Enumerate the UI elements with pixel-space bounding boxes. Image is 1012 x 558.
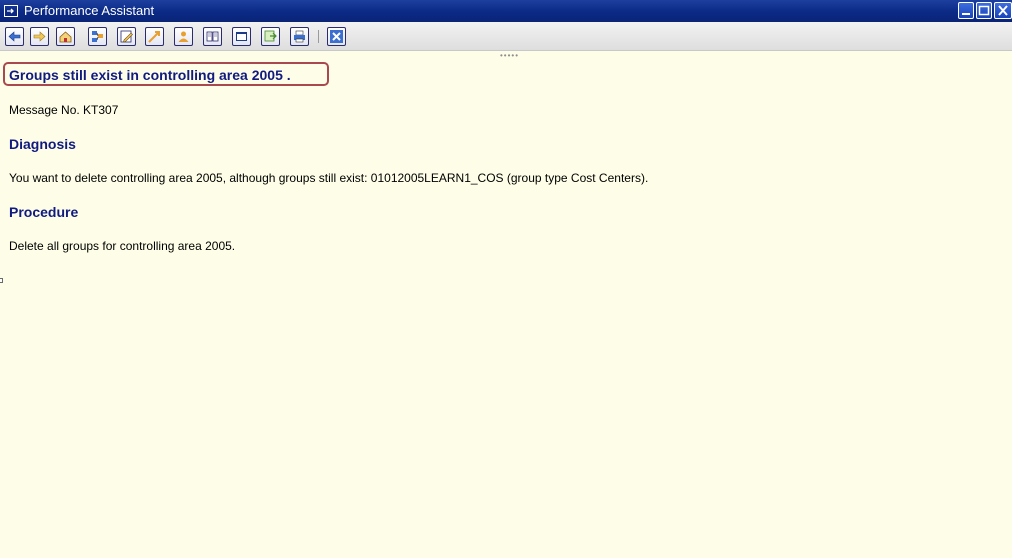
user-icon bbox=[178, 31, 189, 42]
diagnosis-heading: Diagnosis bbox=[9, 136, 76, 152]
window-title: Performance Assistant bbox=[24, 3, 155, 18]
message-number: Message No. KT307 bbox=[9, 103, 119, 117]
resize-handle[interactable] bbox=[0, 278, 3, 283]
diagnosis-text: You want to delete controlling area 2005… bbox=[9, 171, 649, 185]
print-button[interactable] bbox=[290, 27, 309, 46]
toolbar bbox=[0, 22, 1012, 51]
close-icon bbox=[330, 30, 343, 43]
export-icon bbox=[264, 30, 277, 42]
window-button[interactable] bbox=[232, 27, 251, 46]
back-button[interactable] bbox=[5, 27, 24, 46]
back-icon bbox=[8, 31, 21, 42]
print-icon bbox=[294, 30, 305, 43]
edit-icon bbox=[120, 30, 133, 43]
structure-icon bbox=[92, 31, 103, 42]
close-icon bbox=[998, 5, 1008, 16]
message-content: Groups still exist in controlling area 2… bbox=[0, 56, 1012, 558]
edit-button[interactable] bbox=[117, 27, 136, 46]
user-button[interactable] bbox=[174, 27, 193, 46]
toolbar-separator bbox=[318, 30, 319, 43]
minimize-icon bbox=[962, 13, 970, 15]
message-title: Groups still exist in controlling area 2… bbox=[9, 67, 291, 83]
expand-icon bbox=[148, 31, 160, 43]
procedure-heading: Procedure bbox=[9, 204, 79, 220]
forward-button[interactable] bbox=[30, 27, 49, 46]
home-icon bbox=[59, 31, 72, 43]
book-button[interactable] bbox=[203, 27, 222, 46]
home-button[interactable] bbox=[56, 27, 75, 46]
expand-button[interactable] bbox=[145, 27, 164, 46]
export-button[interactable] bbox=[261, 27, 280, 46]
close-button[interactable] bbox=[327, 27, 346, 46]
maximize-button[interactable] bbox=[976, 2, 992, 19]
app-icon bbox=[4, 4, 18, 17]
window-titlebar: Performance Assistant bbox=[0, 0, 1012, 22]
book-icon bbox=[206, 31, 219, 42]
procedure-text: Delete all groups for controlling area 2… bbox=[9, 239, 236, 253]
forward-icon bbox=[33, 31, 46, 42]
maximize-icon bbox=[978, 5, 990, 16]
window-close-button[interactable] bbox=[994, 2, 1012, 19]
window-icon bbox=[236, 32, 247, 41]
structure-button[interactable] bbox=[88, 27, 107, 46]
minimize-button[interactable] bbox=[958, 2, 974, 19]
